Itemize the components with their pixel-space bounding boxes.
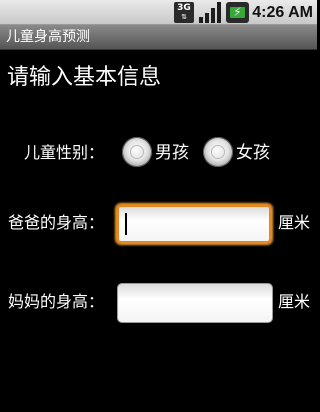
- app-title: 儿童身高预测: [6, 29, 90, 45]
- app-title-bar: 儿童身高预测: [0, 25, 317, 50]
- status-bar: 3G ⇅ ⚡ 4:26 AM: [0, 0, 317, 25]
- network-type-label: 3G: [177, 3, 191, 13]
- father-height-label: 爸爸的身高：: [8, 213, 105, 232]
- mother-height-unit: 厘米: [278, 292, 311, 311]
- radio-boy[interactable]: [122, 137, 152, 167]
- radio-boy-label[interactable]: 男孩: [155, 143, 189, 163]
- mother-height-label: 妈妈的身高：: [8, 292, 105, 311]
- gender-label: 儿童性别：: [24, 143, 105, 162]
- form-heading: 请输入基本信息: [7, 65, 162, 90]
- father-height-input[interactable]: [116, 204, 272, 244]
- signal-strength-icon: [199, 2, 221, 23]
- mother-height-input[interactable]: [117, 283, 273, 323]
- status-time: 4:26 AM: [252, 4, 313, 21]
- battery-charging-glyph: ⚡: [233, 5, 242, 19]
- text-cursor: [125, 213, 127, 235]
- father-height-unit: 厘米: [278, 213, 311, 232]
- battery-charging-icon: ⚡: [226, 2, 249, 23]
- radio-girl-label[interactable]: 女孩: [236, 143, 270, 163]
- 3g-data-icon: 3G ⇅: [174, 2, 194, 23]
- radio-girl[interactable]: [203, 137, 233, 167]
- data-activity-arrows: ⇅: [181, 13, 187, 21]
